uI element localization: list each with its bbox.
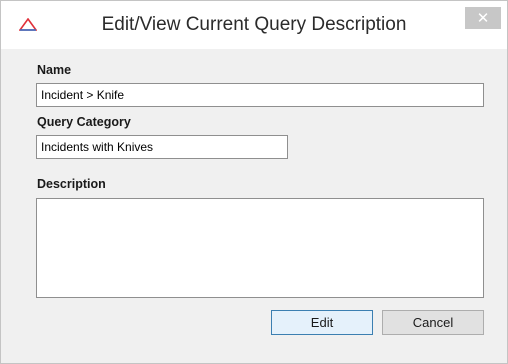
- query-description-dialog: Edit/View Current Query Description ✕ Na…: [0, 0, 508, 364]
- query-category-field[interactable]: [36, 135, 288, 159]
- cancel-button[interactable]: Cancel: [382, 310, 484, 335]
- description-label: Description: [37, 177, 106, 191]
- name-field[interactable]: [36, 83, 484, 107]
- description-field[interactable]: [36, 198, 484, 298]
- query-category-label: Query Category: [37, 115, 131, 129]
- close-button[interactable]: ✕: [465, 7, 501, 29]
- dialog-title: Edit/View Current Query Description: [101, 14, 407, 35]
- title-bar: Edit/View Current Query Description ✕: [1, 1, 507, 49]
- edit-button[interactable]: Edit: [271, 310, 373, 335]
- dialog-content: Name Query Category Description Edit Can…: [23, 51, 493, 343]
- name-label: Name: [37, 63, 72, 77]
